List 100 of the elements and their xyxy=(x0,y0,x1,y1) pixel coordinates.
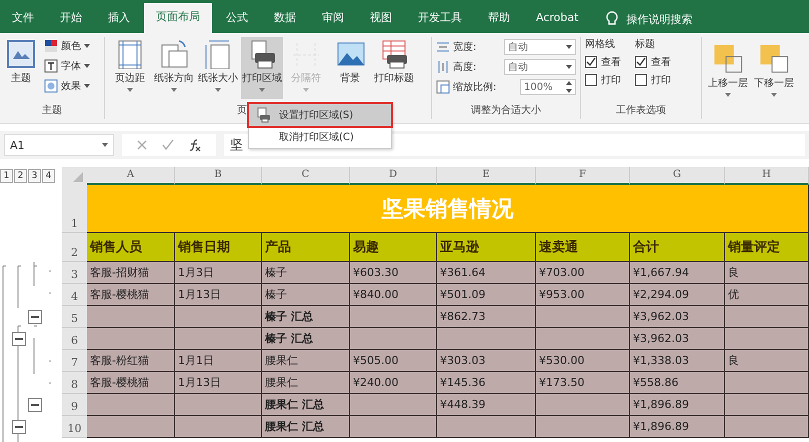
column-header[interactable]: H xyxy=(725,167,809,185)
column-heading-cell: 速卖通 xyxy=(536,233,630,262)
ribbon-button[interactable]: 效果 xyxy=(44,77,90,94)
table-cell: ¥558.86 xyxy=(630,372,725,394)
checkbox-label: 打印 xyxy=(601,74,621,87)
table-cell: ¥173.50 xyxy=(536,372,630,394)
minus-icon xyxy=(15,426,23,428)
table-cell: 榛子 xyxy=(262,262,350,284)
width-icon xyxy=(436,40,450,54)
minus-icon xyxy=(15,338,23,340)
collapse-button[interactable] xyxy=(12,420,26,434)
table-cell: 客服-樱桃猫 xyxy=(87,284,175,306)
row-header[interactable]: 5 xyxy=(62,306,87,328)
tell-me-search[interactable]: 操作说明搜索 xyxy=(626,12,692,26)
caret-icon xyxy=(303,88,309,92)
field-label: 高度: xyxy=(453,60,476,74)
bring-forward-icon xyxy=(712,43,744,74)
caret-icon xyxy=(84,44,90,48)
ribbon-button[interactable]: 打印区域 xyxy=(241,37,283,99)
ribbon-button[interactable]: 背景 xyxy=(329,37,371,99)
ribbon-button[interactable]: 打印标题 xyxy=(373,37,415,99)
caret-icon xyxy=(84,84,90,88)
ribbon-tab[interactable]: 帮助 xyxy=(476,5,522,33)
table-cell: 榛子 汇总 xyxy=(262,306,350,328)
ribbon-tab[interactable]: 文件 xyxy=(0,5,46,33)
row-header[interactable]: 1 xyxy=(62,185,87,233)
ribbon-tab[interactable]: 视图 xyxy=(358,5,404,33)
table-cell: ¥530.00 xyxy=(536,350,630,372)
menu-item[interactable]: 取消打印区域(C) xyxy=(249,126,391,148)
row-header[interactable]: 9 xyxy=(62,394,87,416)
spinner-arrows-icon xyxy=(566,81,572,93)
ribbon-button[interactable]: 下移一层 xyxy=(752,37,796,99)
row-header[interactable]: 2 xyxy=(62,233,87,262)
column-heading-cell: 销售人员 xyxy=(87,233,175,262)
scale-icon xyxy=(436,80,450,94)
row-header[interactable]: 3 xyxy=(62,262,87,284)
table-cell: ¥3,962.03 xyxy=(630,328,725,350)
input-field[interactable]: 自动 xyxy=(504,39,576,55)
collapse-button[interactable] xyxy=(28,310,42,324)
outline-level-button[interactable]: 1 xyxy=(0,169,13,183)
option-heading: 网格线 xyxy=(585,38,616,51)
ribbon-button[interactable]: 纸张方向 xyxy=(153,37,195,99)
ribbon-button[interactable]: 颜色 xyxy=(44,37,90,54)
checkbox-label: 打印 xyxy=(651,74,671,87)
outline-level-button[interactable]: 4 xyxy=(42,169,55,183)
column-header[interactable]: B xyxy=(175,167,262,185)
table-cell: 腰果仁 xyxy=(262,372,350,394)
ribbon-tab[interactable]: 数据 xyxy=(262,5,308,33)
name-box[interactable]: A1 xyxy=(4,134,114,156)
table-cell: 1月13日 xyxy=(175,372,262,394)
checkbox[interactable] xyxy=(635,56,647,68)
themes-button[interactable]: 主题 xyxy=(4,37,38,99)
table-cell: ¥1,338.03 xyxy=(630,350,725,372)
ribbon-tab[interactable]: 开始 xyxy=(48,5,94,33)
checkbox-label: 查看 xyxy=(651,56,671,69)
table-cell: 腰果仁 汇总 xyxy=(262,416,350,438)
caret-icon xyxy=(566,45,572,49)
collapse-button[interactable] xyxy=(28,398,42,412)
outline-level-button[interactable]: 2 xyxy=(14,169,27,183)
column-header[interactable]: C xyxy=(262,167,350,185)
table-cell: 1月1日 xyxy=(175,350,262,372)
ribbon-tab[interactable]: 开发工具 xyxy=(406,5,474,33)
ribbon-tab[interactable]: 公式 xyxy=(214,5,260,33)
checkbox[interactable] xyxy=(585,56,597,68)
outline-level-button[interactable]: 3 xyxy=(28,169,41,183)
table-cell: ¥303.03 xyxy=(437,350,536,372)
field-label: 宽度: xyxy=(453,40,476,54)
column-header[interactable]: A xyxy=(87,167,175,185)
caret-icon xyxy=(171,88,177,92)
column-header[interactable]: G xyxy=(630,167,725,185)
column-header[interactable]: F xyxy=(536,167,630,185)
ribbon-tab[interactable]: 页面布局 xyxy=(144,3,212,33)
ribbon-tab[interactable]: Acrobat xyxy=(524,5,590,33)
table-cell: 腰果仁 汇总 xyxy=(262,394,350,416)
column-header[interactable]: D xyxy=(350,167,437,185)
table-cell: ¥1,896.89 xyxy=(630,394,725,416)
lightbulb-icon xyxy=(606,11,618,27)
row-header[interactable]: 4 xyxy=(62,284,87,306)
input-field[interactable]: 自动 xyxy=(504,59,576,75)
ribbon-button[interactable]: 上移一层 xyxy=(706,37,750,99)
checkbox[interactable] xyxy=(585,74,597,86)
table-cell: ¥501.09 xyxy=(437,284,536,306)
formula-field[interactable]: 坚 xyxy=(224,134,248,156)
row-header[interactable]: 6 xyxy=(62,328,87,350)
group-label: 调整为合适大小 xyxy=(471,104,541,118)
ribbon-tab[interactable]: 审阅 xyxy=(310,5,356,33)
ribbon-button[interactable]: 页边距 xyxy=(109,37,151,99)
collapse-button[interactable] xyxy=(12,332,26,346)
menu-item[interactable]: 设置打印区域(S) xyxy=(249,104,391,126)
row-header[interactable]: 8 xyxy=(62,372,87,394)
table-cell: ¥361.64 xyxy=(437,262,536,284)
column-header[interactable]: E xyxy=(437,167,536,185)
ribbon-button[interactable]: 纸张大小 xyxy=(197,37,239,99)
row-header[interactable]: 7 xyxy=(62,350,87,372)
ribbon-button[interactable]: 字体 xyxy=(44,57,90,74)
table-cell: 榛子 xyxy=(262,284,350,306)
row-header[interactable]: 10 xyxy=(62,416,87,438)
input-field[interactable]: 100% xyxy=(520,79,576,95)
ribbon-tab[interactable]: 插入 xyxy=(96,5,142,33)
checkbox[interactable] xyxy=(635,74,647,86)
